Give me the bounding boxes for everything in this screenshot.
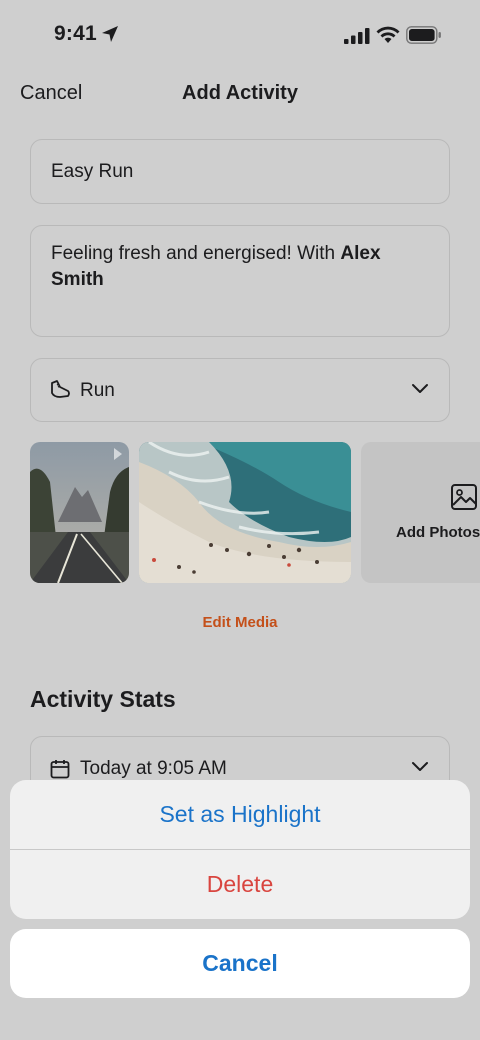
- sport-type-value: Run: [80, 380, 115, 401]
- activity-stats-heading: Activity Stats: [30, 686, 176, 712]
- sport-type-select[interactable]: Run: [30, 358, 450, 422]
- running-shoe-icon: [51, 380, 70, 398]
- page-title: Add Activity: [182, 82, 298, 104]
- add-photos-label: Add Photos: [396, 524, 480, 541]
- location-arrow-icon: [102, 26, 118, 42]
- action-sheet-cancel-button[interactable]: Cancel: [10, 929, 470, 998]
- activity-description-field[interactable]: Feeling fresh and energised! With Alex S…: [30, 225, 450, 337]
- activity-title-field[interactable]: Easy Run: [30, 139, 450, 204]
- edit-media-link[interactable]: Edit Media: [0, 614, 480, 631]
- description-text: Feeling fresh and energised! With: [51, 243, 341, 264]
- add-photo-icon: [451, 484, 477, 510]
- media-carousel[interactable]: Add Photos: [30, 442, 480, 583]
- action-sheet: Set as Highlight Delete: [10, 780, 470, 919]
- set-as-highlight-button[interactable]: Set as Highlight: [10, 780, 470, 849]
- beach-photo-image: [139, 442, 351, 583]
- media-thumbnail-road[interactable]: [30, 442, 129, 583]
- road-photo-image: [30, 442, 129, 583]
- delete-button[interactable]: Delete: [10, 850, 470, 919]
- media-thumbnail-beach[interactable]: [139, 442, 351, 583]
- calendar-icon: [50, 760, 70, 779]
- wifi-icon: [376, 26, 400, 43]
- chevron-down-icon: [412, 384, 428, 393]
- activity-title-value: Easy Run: [51, 161, 134, 182]
- nav-bar: Cancel Add Activity: [0, 72, 480, 116]
- add-photos-button[interactable]: Add Photos: [361, 442, 480, 583]
- status-bar: 9:41: [0, 0, 480, 72]
- cellular-signal-icon: [344, 28, 370, 44]
- action-sheet-cancel-group: Cancel: [10, 929, 470, 998]
- battery-icon: [406, 26, 441, 44]
- status-time: 9:41: [54, 22, 97, 45]
- chevron-down-icon: [412, 762, 428, 771]
- activity-date-value: Today at 9:05 AM: [80, 758, 227, 779]
- activity-description-text: Feeling fresh and energised! With Alex S…: [51, 241, 431, 293]
